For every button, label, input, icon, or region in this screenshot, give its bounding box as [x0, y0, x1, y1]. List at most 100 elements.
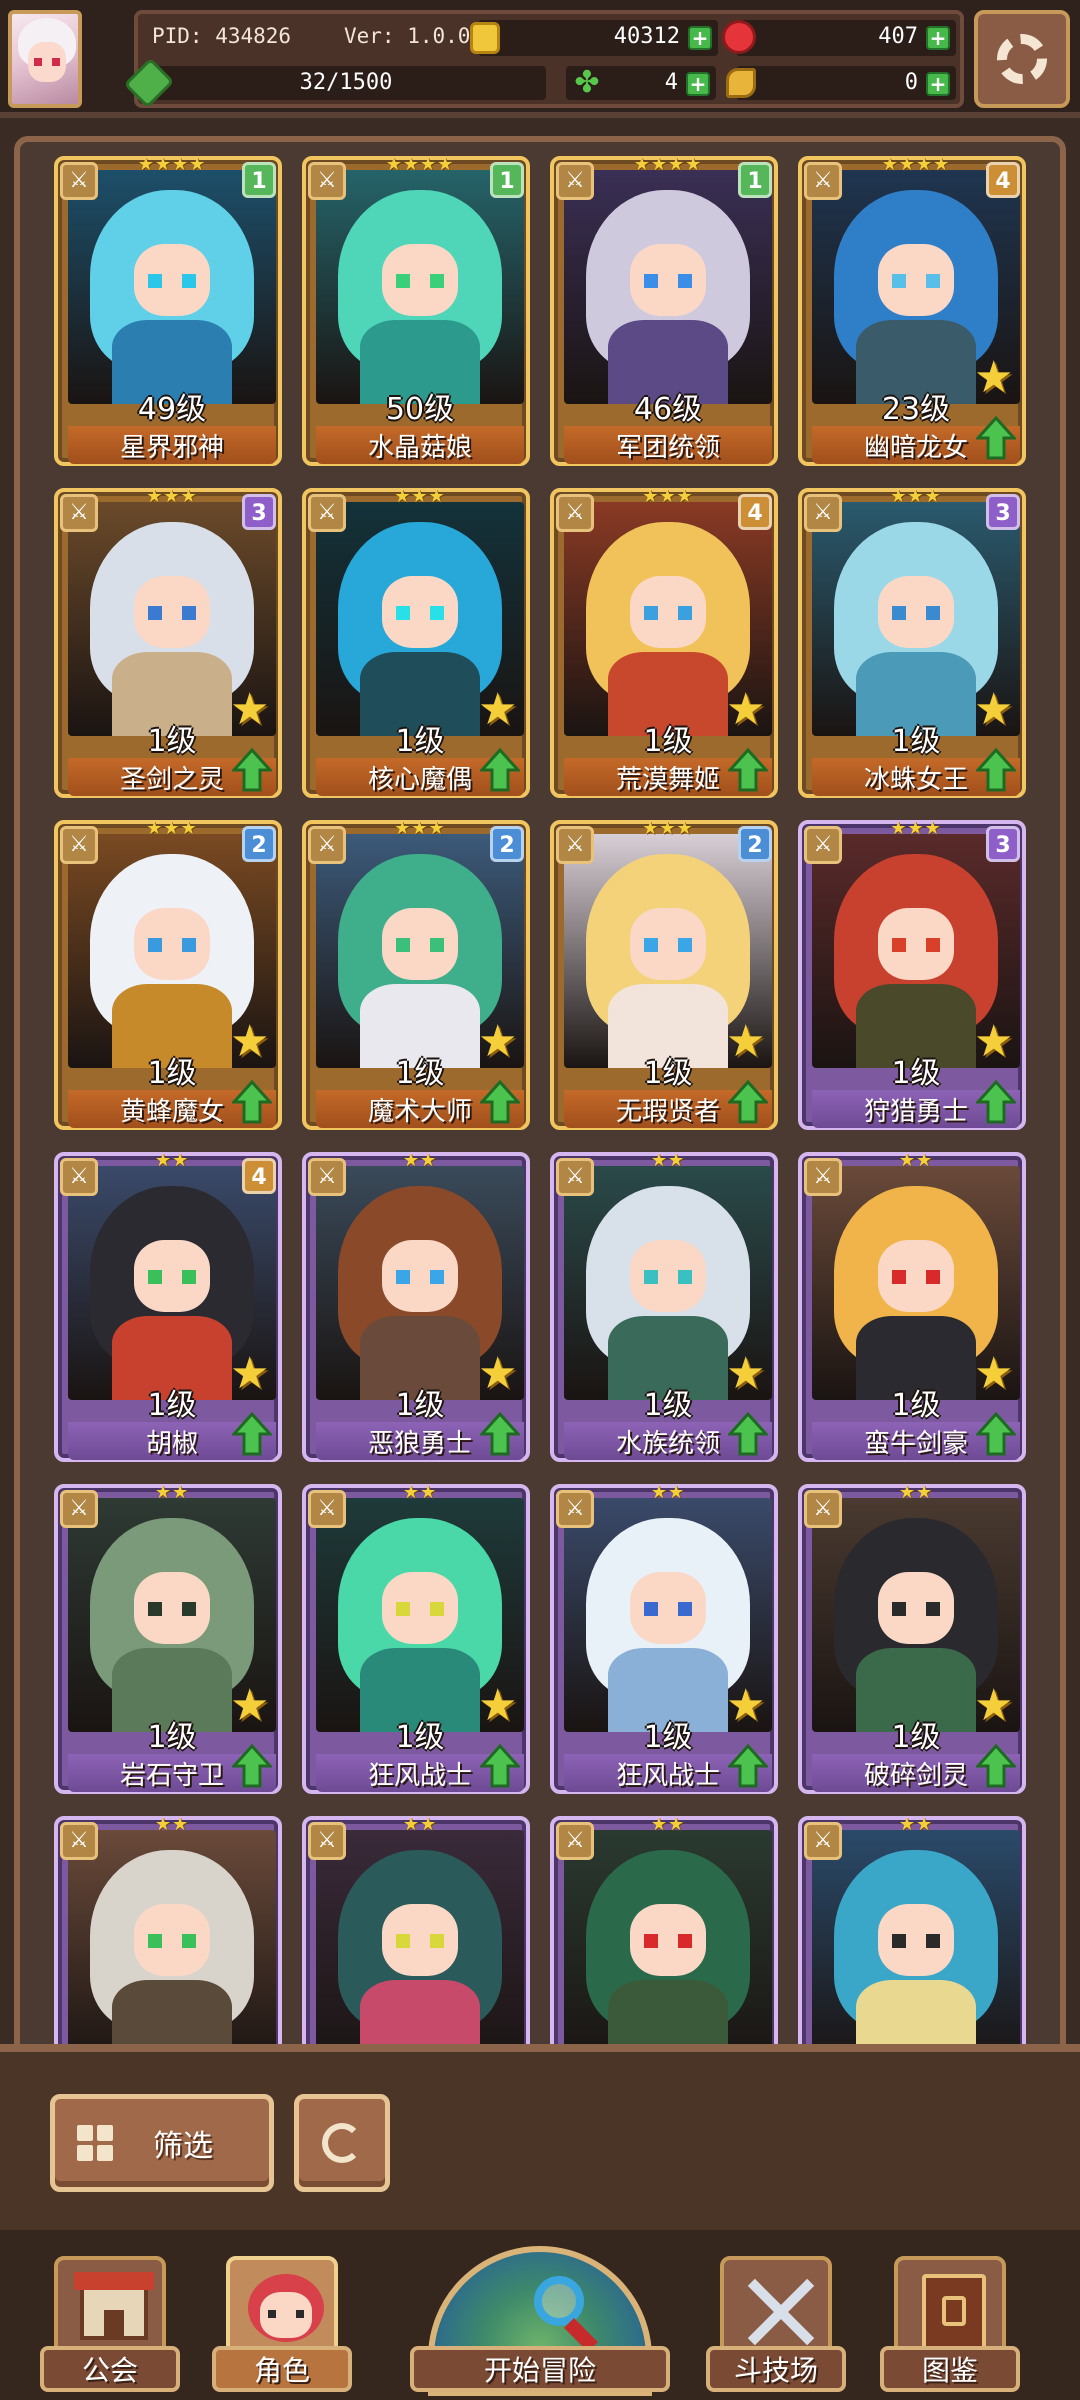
weapon-class-icon: ⚔ — [556, 1158, 594, 1196]
weapon-class-icon: ⚔ — [308, 1158, 346, 1196]
add-coins-button[interactable]: + — [688, 26, 712, 50]
character-card[interactable]: ★★★ ⚔ 2 1级 魔术大师 ★ — [302, 818, 530, 1130]
weapon-class-icon: ⚔ — [804, 162, 842, 200]
character-name: 水晶菇娘 — [316, 426, 524, 464]
settings-button[interactable] — [974, 10, 1070, 108]
character-card[interactable]: ★★★ ⚔ 1级 核心魔偶 ★ — [302, 486, 530, 798]
character-name: 军团统领 — [564, 426, 772, 464]
weapon-class-icon: ⚔ — [804, 1490, 842, 1528]
character-level: 46级 — [633, 392, 703, 427]
character-portrait — [316, 1830, 524, 2046]
character-card[interactable]: ★★ ⚔ 1级 岩石守卫 ★ — [54, 1482, 282, 1794]
filter-button[interactable]: 筛选 — [50, 2094, 274, 2192]
weapon-class-icon: ⚔ — [556, 1490, 594, 1528]
star-upgrade-icon: ★ — [726, 1348, 766, 1399]
star-upgrade-icon: ★ — [974, 1016, 1014, 1067]
add-keys-button[interactable]: + — [926, 72, 950, 96]
magnifier-icon — [534, 2276, 584, 2326]
weapon-class-icon: ⚔ — [804, 1158, 842, 1196]
nav-tab-codex[interactable]: 图鉴 — [880, 2250, 1020, 2400]
action-panel: 筛选 — [0, 2044, 1080, 2230]
nav-tab-guild[interactable]: 公会 — [40, 2250, 180, 2400]
bottom-nav: 公会 角色 开始冒险 斗技场 图鉴 — [0, 2230, 1080, 2400]
weapon-class-icon: ⚔ — [60, 1158, 98, 1196]
character-card[interactable]: ★★ ⚔ 1级 破碎剑灵 ★ — [798, 1482, 1026, 1794]
star-upgrade-icon: ★ — [478, 1680, 518, 1731]
character-card[interactable]: ★★★★ ⚔ 1 46级 军团统领 — [550, 154, 778, 466]
count-badge: 3 — [986, 826, 1020, 862]
nav-tab-character[interactable]: 角色 — [212, 2250, 352, 2400]
character-card[interactable]: ★★ ⚔ 1级 狂风战士 ★ — [302, 1482, 530, 1794]
count-badge: 1 — [738, 162, 772, 198]
character-card[interactable]: ★★★ ⚔ 2 1级 无瑕贤者 ★ — [550, 818, 778, 1130]
weapon-class-icon: ⚔ — [60, 162, 98, 200]
star-upgrade-icon: ★ — [478, 1016, 518, 1067]
count-badge: 2 — [242, 826, 276, 862]
level-up-arrow-icon — [974, 415, 1018, 460]
level-up-arrow-icon — [974, 1743, 1018, 1788]
exp-counter: 32/1500 — [123, 57, 546, 109]
level-up-arrow-icon — [230, 1411, 274, 1456]
refresh-icon — [322, 2123, 362, 2163]
character-card[interactable]: ★★★ ⚔ 3 1级 冰蛛女王 ★ — [798, 486, 1026, 798]
star-upgrade-icon: ★ — [726, 1680, 766, 1731]
crossed-swords-icon — [720, 2256, 832, 2360]
star-upgrade-icon: ★ — [974, 684, 1014, 735]
player-avatar[interactable] — [8, 10, 82, 108]
character-card[interactable]: ★★★ ⚔ 2 1级 黄蜂魔女 ★ — [54, 818, 282, 1130]
count-badge: 3 — [242, 494, 276, 530]
grid-icon — [77, 2125, 113, 2161]
character-card[interactable]: ★★ ⚔ — [798, 1814, 1026, 2046]
character-name: 星界邪神 — [68, 426, 276, 464]
coin-amount: 40312 — [613, 24, 680, 49]
character-card[interactable]: ★★★★ ⚔ 4 23级 幽暗龙女 ★ — [798, 154, 1026, 466]
star-upgrade-icon: ★ — [478, 684, 518, 735]
character-card[interactable]: ★★ ⚔ 1级 蛮牛剑豪 ★ — [798, 1150, 1026, 1462]
count-badge: 4 — [738, 494, 772, 530]
character-card[interactable]: ★★★ ⚔ 3 1级 狩猎勇士 ★ — [798, 818, 1026, 1130]
filter-label: 筛选 — [153, 2129, 213, 2164]
star-upgrade-icon: ★ — [974, 352, 1014, 403]
weapon-class-icon: ⚔ — [60, 494, 98, 532]
character-card[interactable]: ★★ ⚔ 1级 恶狼勇士 ★ — [302, 1150, 530, 1462]
nav-label-arena: 斗技场 — [706, 2346, 846, 2392]
character-card[interactable]: ★★ ⚔ — [302, 1814, 530, 2046]
weapon-class-icon: ⚔ — [308, 1490, 346, 1528]
nav-start-adventure[interactable]: 开始冒险 — [410, 2246, 670, 2400]
key-counter: 0 + — [726, 66, 956, 100]
character-card[interactable]: ★★★ ⚔ 4 1级 荒漠舞姬 ★ — [550, 486, 778, 798]
character-card[interactable]: ★★ ⚔ 1级 狂风战士 ★ — [550, 1482, 778, 1794]
character-card[interactable]: ★★ ⚔ 4 1级 胡椒 ★ — [54, 1150, 282, 1462]
nav-label-guild: 公会 — [40, 2346, 180, 2392]
star-upgrade-icon: ★ — [230, 1680, 270, 1731]
character-card[interactable]: ★★ ⚔ — [54, 1814, 282, 2046]
star-upgrade-icon: ★ — [230, 1348, 270, 1399]
clover-amount: 4 — [664, 70, 678, 95]
weapon-class-icon: ⚔ — [308, 1822, 346, 1860]
character-card[interactable]: ★★ ⚔ 1级 水族统领 ★ — [550, 1150, 778, 1462]
weapon-class-icon: ⚔ — [60, 826, 98, 864]
level-up-arrow-icon — [974, 1079, 1018, 1124]
character-card[interactable]: ★★★★ ⚔ 1 50级 水晶菇娘 — [302, 154, 530, 466]
character-card[interactable]: ★★★ ⚔ 3 1级 圣剑之灵 ★ — [54, 486, 282, 798]
add-gems-button[interactable]: + — [926, 26, 950, 50]
character-card[interactable]: ★★ ⚔ — [550, 1814, 778, 2046]
refresh-button[interactable] — [294, 2094, 390, 2192]
guild-hall-icon — [54, 2256, 166, 2360]
coin-icon — [470, 22, 500, 54]
weapon-class-icon: ⚔ — [308, 494, 346, 532]
add-clovers-button[interactable]: + — [686, 72, 710, 96]
nav-tab-arena[interactable]: 斗技场 — [706, 2250, 846, 2400]
character-grid[interactable]: ★★★★ ⚔ 1 49级 星界邪神 ★★★★ ⚔ 1 50级 水晶菇娘 ★★★★ ⚔ 1 46级 军团统领 ★… — [20, 150, 1060, 2046]
key-icon — [726, 68, 756, 98]
weapon-class-icon: ⚔ — [308, 826, 346, 864]
level-up-arrow-icon — [230, 1743, 274, 1788]
gem-amount: 407 — [878, 24, 918, 49]
gem-icon — [722, 20, 756, 54]
star-upgrade-icon: ★ — [726, 1016, 766, 1067]
character-card[interactable]: ★★★★ ⚔ 1 49级 星界邪神 — [54, 154, 282, 466]
level-up-arrow-icon — [478, 1411, 522, 1456]
book-icon — [894, 2256, 1006, 2360]
star-upgrade-icon: ★ — [478, 1348, 518, 1399]
level-up-arrow-icon — [478, 747, 522, 792]
